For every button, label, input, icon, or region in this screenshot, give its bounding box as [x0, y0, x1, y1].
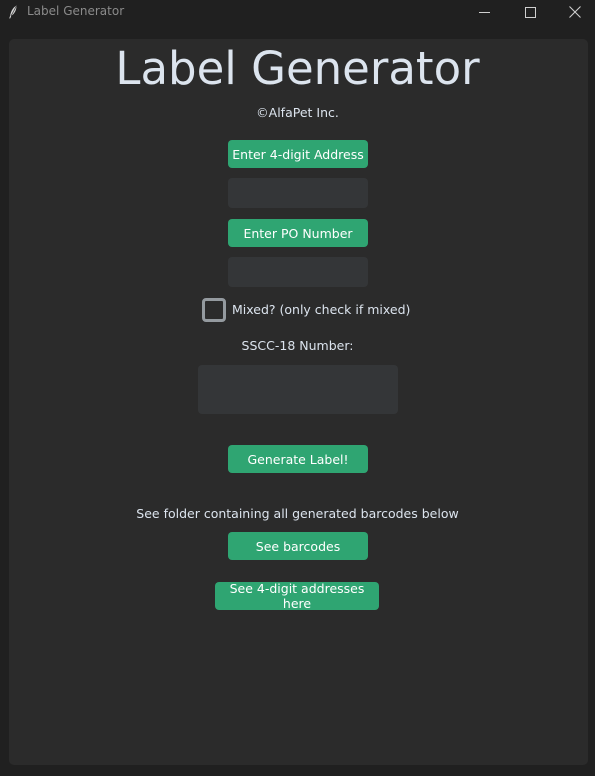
window-title-bar[interactable]: Label Generator: [0, 0, 595, 24]
folder-info-text: See folder containing all generated barc…: [136, 506, 459, 521]
close-button[interactable]: [552, 0, 595, 24]
mixed-checkbox[interactable]: [202, 298, 226, 322]
window-title: Label Generator: [27, 4, 125, 18]
address-input[interactable]: [228, 178, 368, 208]
maximize-button[interactable]: [507, 0, 553, 24]
enter-po-button[interactable]: Enter PO Number: [228, 219, 368, 247]
see-barcodes-button[interactable]: See barcodes: [228, 532, 368, 560]
feather-icon: [8, 4, 18, 19]
see-addresses-button[interactable]: See 4-digit addresses here: [215, 581, 379, 611]
maximize-icon: [524, 6, 536, 18]
generate-label-button[interactable]: Generate Label!: [228, 445, 368, 473]
close-icon: [569, 6, 581, 18]
app-title: Label Generator: [115, 42, 480, 95]
sscc-number-display: [198, 365, 398, 414]
minimize-button[interactable]: [461, 0, 507, 24]
copyright-text: ©AlfaPet Inc.: [256, 105, 339, 120]
enter-address-button[interactable]: Enter 4-digit Address: [228, 140, 368, 168]
minimize-icon: [478, 7, 490, 18]
po-number-input[interactable]: [228, 257, 368, 287]
sscc-label: SSCC-18 Number:: [241, 338, 354, 353]
mixed-checkbox-label[interactable]: Mixed? (only check if mixed): [232, 301, 410, 319]
